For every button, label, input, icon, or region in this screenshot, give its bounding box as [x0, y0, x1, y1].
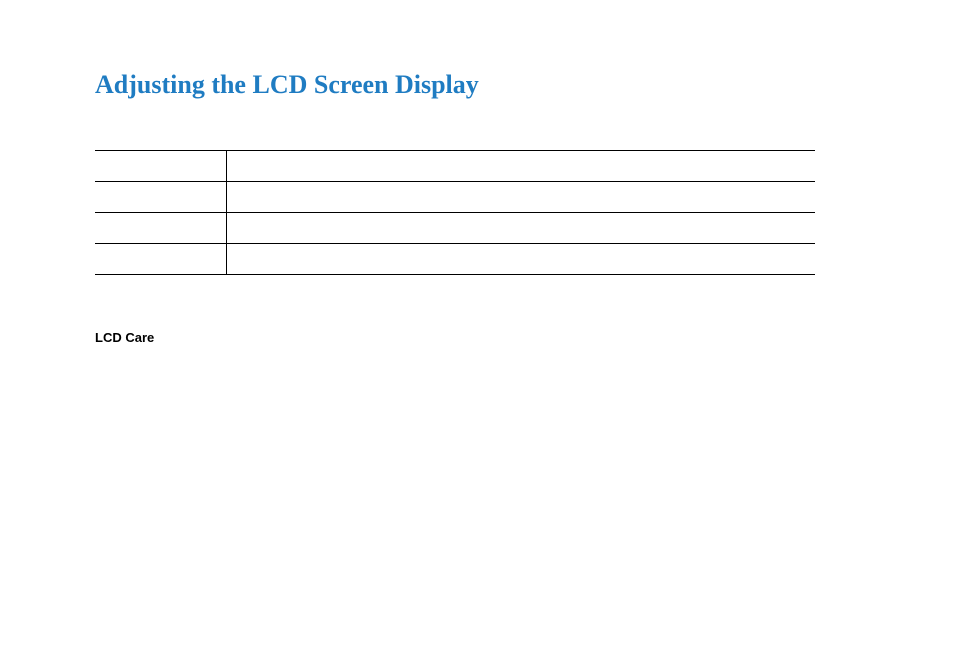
table-cell-left	[95, 182, 227, 213]
table-row	[95, 244, 815, 275]
table-row	[95, 213, 815, 244]
table-cell-right	[227, 182, 815, 213]
table-cell-right	[227, 244, 815, 275]
table-row	[95, 182, 815, 213]
table-cell-left	[95, 213, 227, 244]
table-cell-left	[95, 151, 227, 182]
page-title: Adjusting the LCD Screen Display	[95, 70, 874, 100]
table-cell-right	[227, 151, 815, 182]
section-heading: LCD Care	[95, 330, 874, 345]
table-cell-right	[227, 213, 815, 244]
document-page: Adjusting the LCD Screen Display LCD Car…	[0, 0, 954, 345]
settings-table	[95, 150, 815, 275]
table-row	[95, 151, 815, 182]
table-cell-left	[95, 244, 227, 275]
